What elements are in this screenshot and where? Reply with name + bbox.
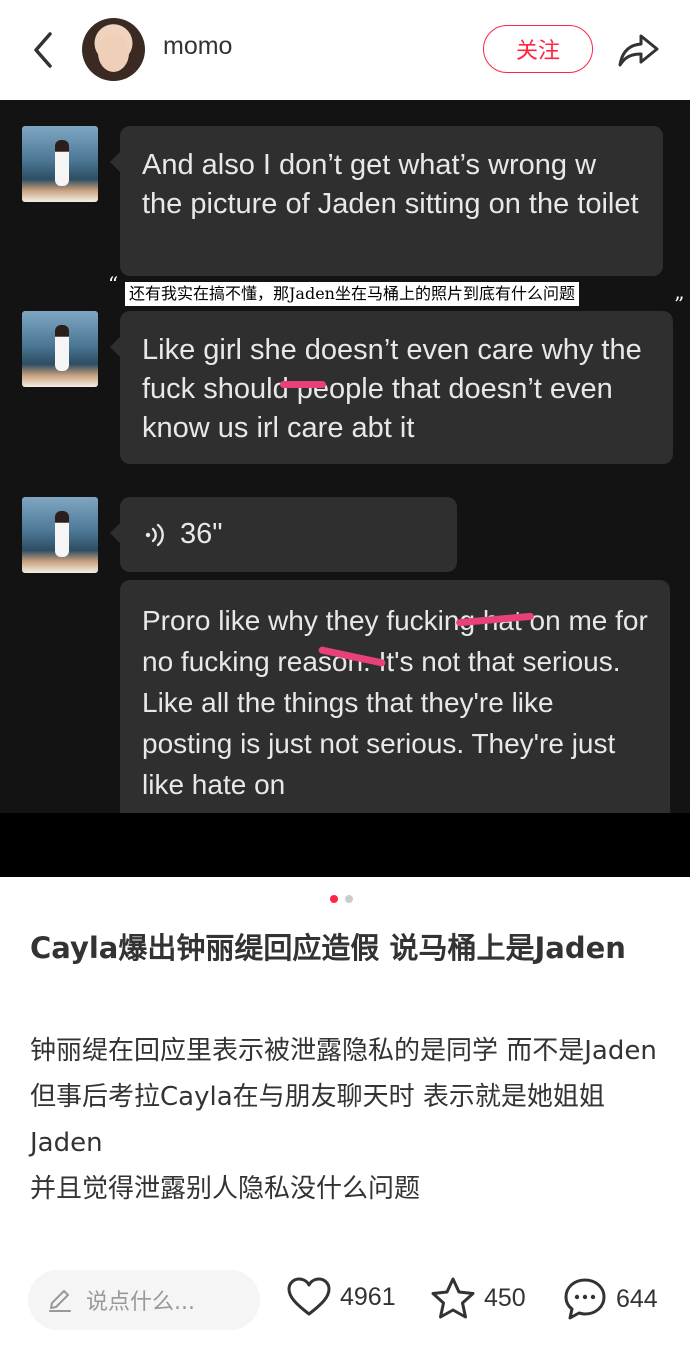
post-body: 钟丽缇在回应里表示被泄露隐私的是同学 而不是Jaden 但事后考拉Cayla在与… <box>30 1028 660 1212</box>
pager-dot <box>345 895 353 903</box>
chat-avatar <box>22 126 98 202</box>
chat-avatar <box>22 311 98 387</box>
comment-placeholder: 说点什么... <box>86 1290 195 1315</box>
body-line: 并且觉得泄露别人隐私没什么问题 <box>30 1174 421 1204</box>
share-icon[interactable] <box>617 30 661 70</box>
comment-button[interactable]: 644 <box>562 1276 658 1322</box>
pencil-icon <box>49 1290 71 1312</box>
chat-avatar <box>22 497 98 573</box>
bottom-action-bar: 说点什么... 4961 450 644 <box>0 1250 690 1368</box>
collect-button[interactable]: 450 <box>430 1276 526 1320</box>
comment-input[interactable]: 说点什么... <box>28 1270 260 1330</box>
quote-open-mark: “ <box>108 272 119 296</box>
pager-dot-active <box>330 895 338 903</box>
chat-bubble: Like girl she doesn’t even care why the … <box>110 311 673 464</box>
avatar[interactable] <box>82 18 145 81</box>
comment-bubble-icon <box>564 1278 606 1320</box>
star-icon <box>431 1277 475 1319</box>
follow-button[interactable]: 关注 <box>483 25 593 73</box>
like-count: 4961 <box>340 1282 396 1311</box>
voice-wave-icon <box>145 523 164 546</box>
collect-count: 450 <box>484 1283 526 1312</box>
censor-scribble <box>280 381 326 388</box>
body-line: 钟丽缇在回应里表示被泄露隐私的是同学 而不是Jaden <box>30 1036 657 1066</box>
username[interactable]: momo <box>163 32 232 61</box>
back-arrow-icon[interactable] <box>26 28 62 72</box>
voice-message: 36" <box>110 497 457 572</box>
post-title: Cayla爆出钟丽缇回应造假 说马桶上是Jaden <box>30 931 626 965</box>
quote-close-mark: ” <box>674 292 685 316</box>
heart-icon <box>287 1277 331 1316</box>
comment-count: 644 <box>616 1284 658 1313</box>
voice-duration: 36" <box>180 518 223 550</box>
like-button[interactable]: 4961 <box>286 1276 396 1318</box>
top-nav-bar: momo 关注 <box>0 0 690 100</box>
post-image[interactable]: And also I don’t get what’s wrong w the … <box>0 100 690 877</box>
chat-bubble: And also I don’t get what’s wrong w the … <box>110 126 663 276</box>
body-line: 但事后考拉Cayla在与朋友聊天时 表示就是她姐姐Jaden <box>30 1082 605 1158</box>
translation-caption: 还有我实在搞不懂，那Jaden坐在马桶上的照片到底有什么问题 <box>125 282 579 306</box>
